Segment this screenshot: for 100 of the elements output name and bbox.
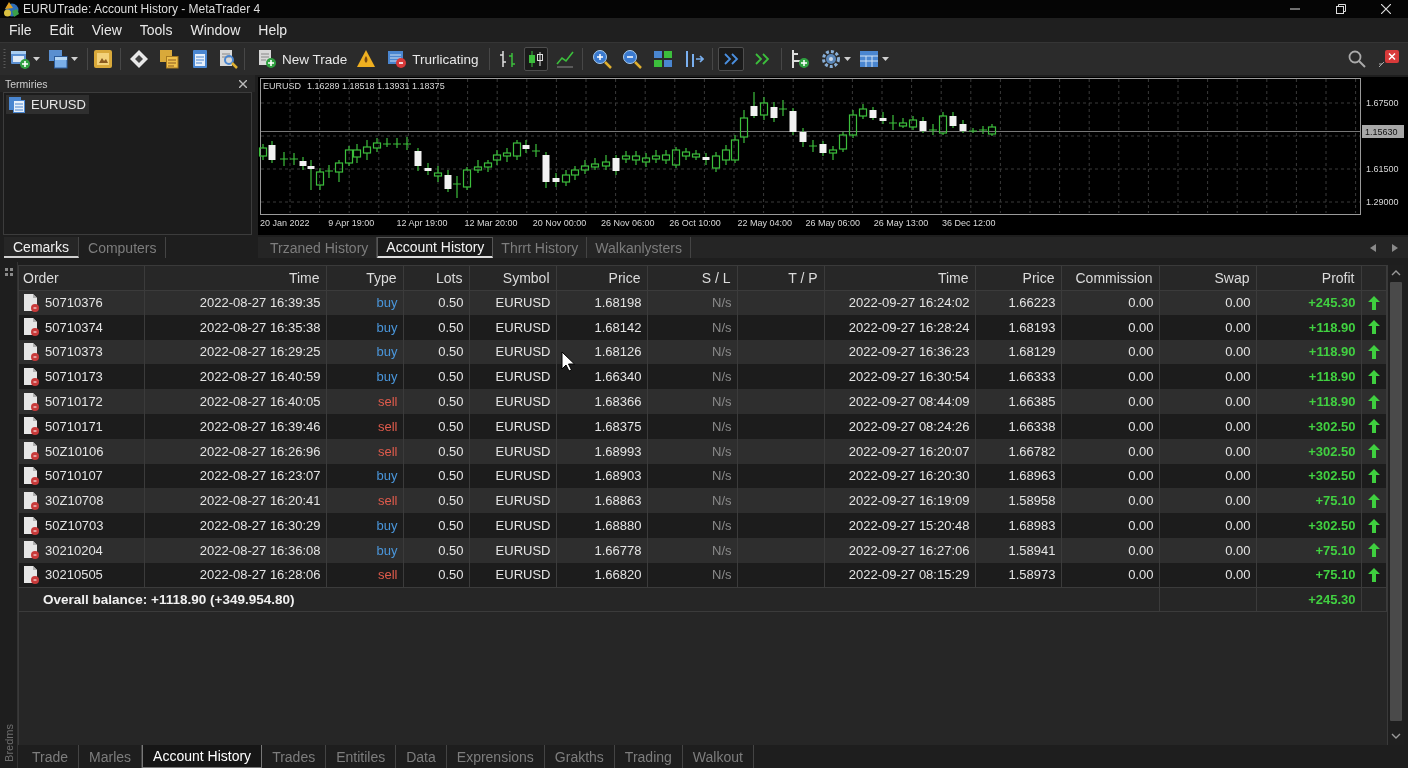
type-cell: buy xyxy=(326,513,403,538)
terminal-tab[interactable]: Trades xyxy=(262,745,327,768)
trading-button[interactable]: Trurlicating xyxy=(384,46,483,72)
column-header[interactable]: Time xyxy=(824,266,975,290)
table-row[interactable]: 50710173 2022-08-27 16:40:59 buy 0.50 EURUSD 1.66340 N/s 2022-09-27 16:30:54 1.66333 0.00 0.00 +118.90 xyxy=(19,364,1386,390)
close-price-cell: 1.66338 xyxy=(975,414,1061,439)
symbol-item[interactable]: EURUSD xyxy=(6,95,89,114)
table-row[interactable]: 30Z10708 2022-08-27 16:20:41 sell 0.50 EURUSD 1.68863 N/s 2022-09-27 16:19:09 1.58958 0.00 0.00 +75.10 xyxy=(19,488,1386,514)
profit-cell: +302.50 xyxy=(1256,438,1361,464)
terminal-tab[interactable]: Entitiles xyxy=(326,745,397,768)
column-header[interactable]: S / L xyxy=(647,266,737,290)
symbol-cell: EURUSD xyxy=(469,314,556,340)
table-row[interactable]: 30210505 2022-08-27 16:28:06 sell 0.50 EURUSD 1.66820 N/s 2022-09-27 08:15:29 1.58973 0.00 0.00 +75.10 xyxy=(19,562,1386,588)
open-price-cell: 1.66778 xyxy=(556,537,647,563)
menu-item[interactable]: View xyxy=(82,18,131,42)
grid-icon[interactable] xyxy=(652,49,673,69)
menu-item[interactable]: Edit xyxy=(40,18,83,42)
terminal-tab[interactable]: Data xyxy=(396,745,447,768)
caret-icon[interactable] xyxy=(71,57,78,61)
diamond-icon[interactable] xyxy=(129,49,149,69)
navigator-tab[interactable]: Computers xyxy=(79,237,167,258)
app-icon xyxy=(3,1,19,17)
close-time-cell: 2022-09-27 08:44:09 xyxy=(824,389,975,414)
zoom-out-icon[interactable] xyxy=(621,49,642,69)
zoom-in-icon[interactable] xyxy=(591,49,612,69)
windows-icon[interactable] xyxy=(48,49,68,69)
pin-icon[interactable] xyxy=(3,267,14,277)
up-arrow-icon xyxy=(1367,444,1380,459)
column-header[interactable]: Time xyxy=(144,266,326,290)
scroll-down-icon[interactable] xyxy=(1391,733,1401,739)
menu-item[interactable]: Window xyxy=(181,18,250,42)
close-time-cell: 2022-09-27 16:24:02 xyxy=(824,290,975,315)
right-arrow-icon[interactable] xyxy=(1392,243,1398,252)
open-time-cell: 2022-08-27 16:36:08 xyxy=(144,537,326,563)
terminal-tab[interactable]: Trading xyxy=(614,745,683,768)
chart-plus-icon[interactable] xyxy=(789,49,810,69)
table-row[interactable]: 50710107 2022-08-27 16:23:07 buy 0.50 EURUSD 1.68903 N/s 2022-09-27 16:20:30 1.68963 0.00 0.00 +302.50 xyxy=(19,463,1386,489)
table-row[interactable]: 50710172 2022-08-27 16:40:05 sell 0.50 EURUSD 1.68366 N/s 2022-09-27 08:44:09 1.66385 0.00 0.00 +118.90 xyxy=(19,389,1386,414)
auto-scroll-button[interactable] xyxy=(717,47,744,71)
bars-arrow-icon[interactable] xyxy=(683,49,704,69)
column-header[interactable]: Commission xyxy=(1061,266,1159,290)
column-header[interactable]: Price xyxy=(556,266,647,290)
table-row[interactable]: 50710376 2022-08-27 16:39:35 buy 0.50 EURUSD 1.68198 N/s 2022-09-27 16:24:02 1.66223 0.00 0.00 +245.30 xyxy=(19,290,1386,315)
menu-item[interactable]: File xyxy=(0,18,41,42)
document-search-icon[interactable] xyxy=(218,49,238,69)
column-header[interactable]: Profit xyxy=(1256,266,1361,290)
document-icon[interactable] xyxy=(190,49,210,69)
table-row[interactable]: 50710171 2022-08-27 16:39:46 sell 0.50 EURUSD 1.68375 N/s 2022-09-27 08:24:26 1.66338 0.00 0.00 +302.50 xyxy=(19,414,1386,439)
table-row[interactable]: 30210204 2022-08-27 16:36:08 buy 0.50 EURUSD 1.66778 N/s 2022-09-27 16:27:06 1.58941 0.00 0.00 +75.10 xyxy=(19,537,1386,563)
new-trade-button[interactable]: New Trade xyxy=(254,46,352,72)
terminal-tab[interactable]: Grakths xyxy=(544,745,615,768)
chart-tab[interactable]: Thrrt History xyxy=(493,237,588,258)
terminal-tab[interactable]: Account History xyxy=(142,745,263,768)
triangle-icon[interactable] xyxy=(356,49,377,69)
search-icon[interactable] xyxy=(1348,50,1366,68)
column-header[interactable]: T / P xyxy=(737,266,824,290)
settings-icon[interactable] xyxy=(820,49,841,69)
candlestick-button[interactable] xyxy=(523,47,548,71)
close-icon[interactable] xyxy=(1381,4,1391,14)
column-header[interactable]: Lots xyxy=(403,266,469,290)
table-row[interactable]: 50Z10106 2022-08-27 16:26:96 sell 0.50 EURUSD 1.68993 N/s 2022-09-27 16:20:07 1.66782 0.00 0.00 +302.50 xyxy=(19,438,1386,464)
close-icon[interactable] xyxy=(239,79,247,88)
stop-loss-cell: N/s xyxy=(647,314,737,340)
menu-item[interactable]: Tools xyxy=(130,18,182,42)
order-number: 30Z10708 xyxy=(45,493,104,509)
column-header[interactable]: Type xyxy=(326,266,403,290)
table-icon[interactable] xyxy=(858,49,879,69)
chart-tab[interactable]: Account History xyxy=(377,237,494,258)
image-icon[interactable] xyxy=(93,49,113,69)
symbol-cell: EURUSD xyxy=(469,438,556,464)
column-header[interactable]: Price xyxy=(975,266,1061,290)
document-plus-icon xyxy=(258,50,276,68)
navigator-tab[interactable]: Cemarks xyxy=(4,237,79,258)
close-time-cell: 2022-09-27 15:20:48 xyxy=(824,513,975,538)
up-arrow-icon xyxy=(1367,419,1380,434)
caret-icon[interactable] xyxy=(33,57,40,61)
table-row[interactable]: 50710374 2022-08-27 16:35:38 buy 0.50 EURUSD 1.68142 N/s 2022-09-27 16:28:24 1.68193 0.00 0.00 +118.90 xyxy=(19,314,1386,340)
caret-icon[interactable] xyxy=(881,57,889,61)
scrollbar-thumb[interactable] xyxy=(1390,282,1402,721)
close-price-cell: 1.58973 xyxy=(975,562,1061,588)
folders-icon[interactable] xyxy=(159,49,179,69)
terminal-tab[interactable]: Trade xyxy=(22,745,80,768)
table-row[interactable]: 50710373 2022-08-27 16:29:25 buy 0.50 EURUSD 1.68126 N/s 2022-09-27 16:36:23 1.68129 0.00 0.00 +118.90 xyxy=(19,339,1386,365)
table-row[interactable]: 50Z10703 2022-08-27 16:30:29 buy 0.50 EURUSD 1.68880 N/s 2022-09-27 15:20:48 1.68983 0.00 0.00 +302.50 xyxy=(19,513,1386,538)
left-arrow-icon[interactable] xyxy=(1370,243,1376,252)
window-plus-icon[interactable] xyxy=(10,49,30,69)
restore-icon[interactable] xyxy=(1336,4,1346,14)
terminal-tab[interactable]: Exprensions xyxy=(446,745,545,768)
caret-icon[interactable] xyxy=(843,57,851,61)
commission-cell: 0.00 xyxy=(1061,562,1159,588)
cross-badge-icon[interactable] xyxy=(1378,49,1400,69)
chart-tab[interactable]: Walkanlysters xyxy=(587,237,691,258)
panel-title: Termiries xyxy=(5,77,48,90)
column-header[interactable]: Order xyxy=(19,266,144,290)
terminal-tab[interactable]: Walkout xyxy=(682,745,754,768)
scroll-up-icon[interactable] xyxy=(1391,270,1401,276)
column-header[interactable]: Symbol xyxy=(469,266,556,290)
close-price-cell: 1.58941 xyxy=(975,537,1061,563)
column-header[interactable]: Swap xyxy=(1159,266,1256,290)
menu-item[interactable]: Help xyxy=(249,18,297,42)
